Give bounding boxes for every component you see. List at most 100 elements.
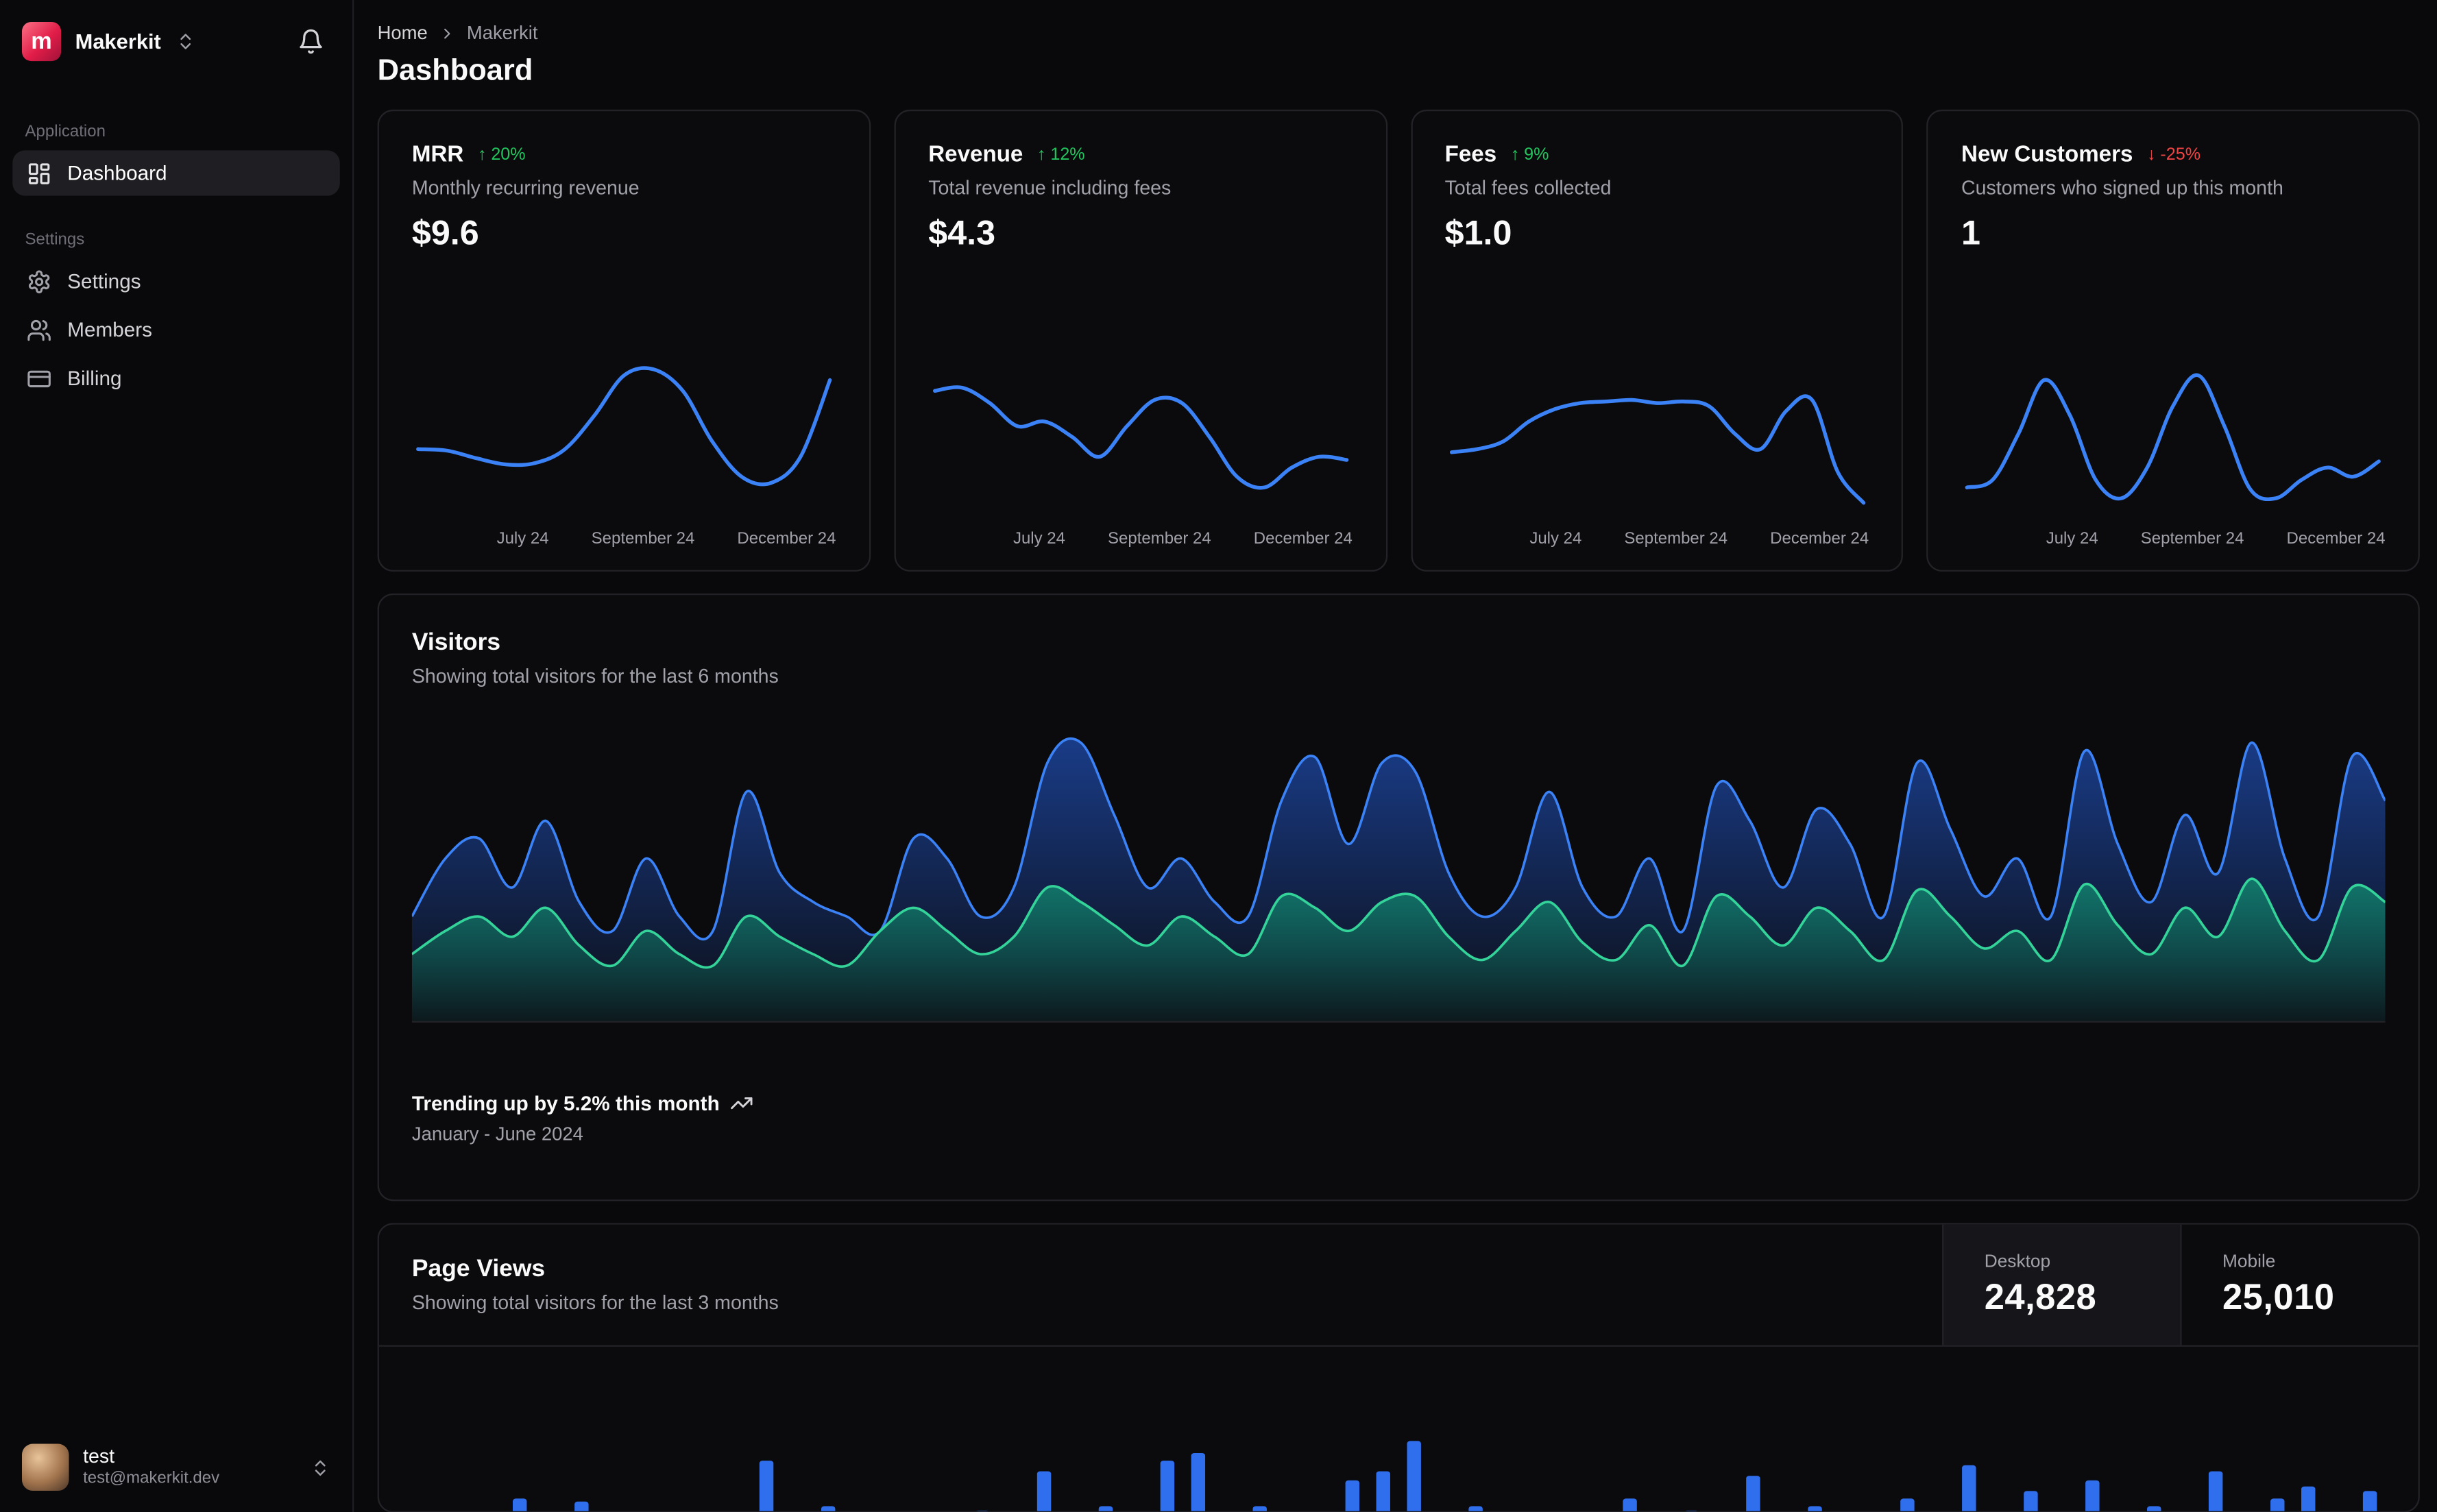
- sidebar-item-billing[interactable]: Billing: [12, 356, 340, 401]
- chevrons-up-down-icon: [175, 32, 195, 52]
- x-tick: July 24: [2046, 529, 2098, 548]
- stat-subtitle: Total revenue including fees: [928, 177, 1172, 199]
- visitors-title: Visitors: [411, 629, 501, 657]
- trend-up-icon: ↑: [1036, 145, 1046, 164]
- x-tick: September 24: [1624, 529, 1728, 548]
- sidebar-item-members[interactable]: Members: [12, 307, 340, 352]
- sidebar-item-label: Settings: [67, 269, 141, 293]
- workspace-name: Makerkit: [75, 29, 161, 53]
- mrr-sparkline-chart: [416, 366, 832, 487]
- main-content: Home Makerkit Dashboard MRR ↑ 20% Monthl…: [354, 0, 2437, 1512]
- visitors-card: Visitors Showing total visitors for the …: [377, 593, 2420, 1202]
- sparkline-x-axis: July 24 September 24 December 24: [1445, 529, 1869, 548]
- x-tick: September 24: [591, 529, 695, 548]
- x-tick: December 24: [737, 529, 836, 548]
- user-avatar: [21, 1443, 69, 1491]
- desktop-stat-toggle[interactable]: Desktop 24,828: [1942, 1224, 2181, 1345]
- makerkit-logo: m: [21, 21, 62, 62]
- stat-subtitle: Customers who signed up this month: [1961, 177, 2283, 199]
- stat-card-mrr: MRR ↑ 20% Monthly recurring revenue $9.6…: [377, 109, 871, 572]
- visitors-date-range: January - June 2024: [411, 1123, 583, 1145]
- trend-down-icon: ↓: [2146, 145, 2156, 164]
- nav-section-settings: Settings: [25, 230, 85, 249]
- desktop-label: Desktop: [1984, 1252, 2051, 1271]
- sidebar-item-label: Members: [67, 317, 153, 342]
- stat-title: Revenue: [928, 142, 1023, 168]
- stat-subtitle: Monthly recurring revenue: [411, 177, 640, 199]
- page-views-bar-chart: [512, 1441, 2377, 1511]
- x-tick: December 24: [1253, 529, 1353, 548]
- chevron-right-icon: [439, 24, 456, 41]
- desktop-value: 24,828: [1984, 1275, 2097, 1317]
- credit-card-icon: [27, 365, 52, 391]
- page-views-title: Page Views: [411, 1256, 546, 1283]
- gear-icon: [27, 269, 52, 294]
- user-menu[interactable]: test test@makerkit.dev: [12, 1428, 340, 1512]
- sparkline-x-axis: July 24 September 24 December 24: [928, 529, 1353, 548]
- stat-title: Fees: [1444, 142, 1497, 168]
- page-views-header: Page Views Showing total visitors for th…: [378, 1224, 2418, 1347]
- trend-badge: ↑ 12%: [1037, 145, 1085, 164]
- chevrons-up-down-icon: [310, 1457, 330, 1478]
- stat-value: $1.0: [1444, 212, 1512, 252]
- trending-up-icon: [731, 1091, 754, 1114]
- x-tick: July 24: [496, 529, 549, 548]
- x-tick: July 24: [1529, 529, 1582, 548]
- page-title: Dashboard: [377, 54, 533, 88]
- notifications-button[interactable]: [291, 22, 330, 61]
- breadcrumb-home-link[interactable]: Home: [378, 22, 428, 44]
- stat-card-revenue: Revenue ↑ 12% Total revenue including fe…: [893, 109, 1387, 572]
- mobile-label: Mobile: [2222, 1252, 2276, 1271]
- breadcrumb: Home Makerkit: [378, 22, 2420, 44]
- users-icon: [27, 317, 52, 343]
- page-views-subtitle: Showing total visitors for the last 3 mo…: [411, 1291, 779, 1314]
- mobile-stat-toggle[interactable]: Mobile 25,010: [2180, 1224, 2418, 1345]
- trend-change: -25%: [2160, 145, 2201, 164]
- trend-badge: ↑ 9%: [1511, 145, 1549, 164]
- stat-card-row: MRR ↑ 20% Monthly recurring revenue $9.6…: [377, 109, 2420, 572]
- sparkline-x-axis: July 24 September 24 December 24: [412, 529, 836, 548]
- user-email: test@makerkit.dev: [83, 1469, 220, 1489]
- stat-subtitle: Total fees collected: [1444, 177, 1612, 199]
- sidebar-item-label: Billing: [67, 366, 122, 390]
- stat-title: New Customers: [1961, 142, 2133, 168]
- x-tick: July 24: [1013, 529, 1065, 548]
- stat-value: 1: [1961, 212, 1981, 252]
- trend-change: 9%: [1524, 145, 1549, 164]
- trend-change: 12%: [1050, 145, 1085, 164]
- sidebar-item-label: Dashboard: [67, 161, 167, 185]
- app-window: m Makerkit Application Dashboard Setting…: [0, 0, 2437, 1512]
- workspace-selector[interactable]: m Makerkit: [21, 21, 195, 62]
- revenue-sparkline-chart: [932, 385, 1348, 490]
- nav-section-application: Application: [25, 122, 106, 141]
- breadcrumb-current: Makerkit: [466, 21, 538, 44]
- stat-value: $9.6: [411, 212, 479, 252]
- sidebar-header: m Makerkit: [12, 0, 340, 73]
- visitors-footer: Trending up by 5.2% this month January -…: [412, 1091, 2386, 1145]
- visitors-trend-text: Trending up by 5.2% this month: [411, 1091, 720, 1115]
- x-tick: December 24: [2286, 529, 2386, 548]
- trend-up-icon: ↑: [477, 145, 487, 164]
- user-name: test: [83, 1444, 115, 1467]
- stat-title: MRR: [411, 142, 464, 168]
- stat-card-fees: Fees ↑ 9% Total fees collected $1.0 July…: [1410, 109, 1904, 572]
- bell-icon: [298, 28, 324, 55]
- sparkline-x-axis: July 24 September 24 December 24: [1961, 529, 2386, 548]
- stat-value: $4.3: [928, 212, 996, 252]
- trend-badge: ↓ -25%: [2147, 145, 2200, 164]
- sidebar-item-dashboard[interactable]: Dashboard: [12, 150, 340, 196]
- trend-badge: ↑ 20%: [478, 145, 526, 164]
- x-tick: September 24: [2140, 529, 2244, 548]
- dashboard-grid-icon: [27, 160, 52, 186]
- visitors-subtitle: Showing total visitors for the last 6 mo…: [411, 665, 779, 687]
- sidebar-item-settings[interactable]: Settings: [12, 258, 340, 304]
- fees-sparkline-chart: [1448, 394, 1865, 505]
- stat-card-new-customers: New Customers ↓ -25% Customers who signe…: [1926, 109, 2420, 572]
- trend-up-icon: ↑: [1510, 145, 1520, 164]
- x-tick: December 24: [1770, 529, 1869, 548]
- new-customers-sparkline-chart: [1965, 373, 2381, 502]
- mobile-value: 25,010: [2222, 1275, 2335, 1317]
- x-tick: September 24: [1108, 529, 1211, 548]
- page-views-card: Page Views Showing total visitors for th…: [377, 1223, 2420, 1512]
- visitors-area-chart: [411, 737, 2386, 1023]
